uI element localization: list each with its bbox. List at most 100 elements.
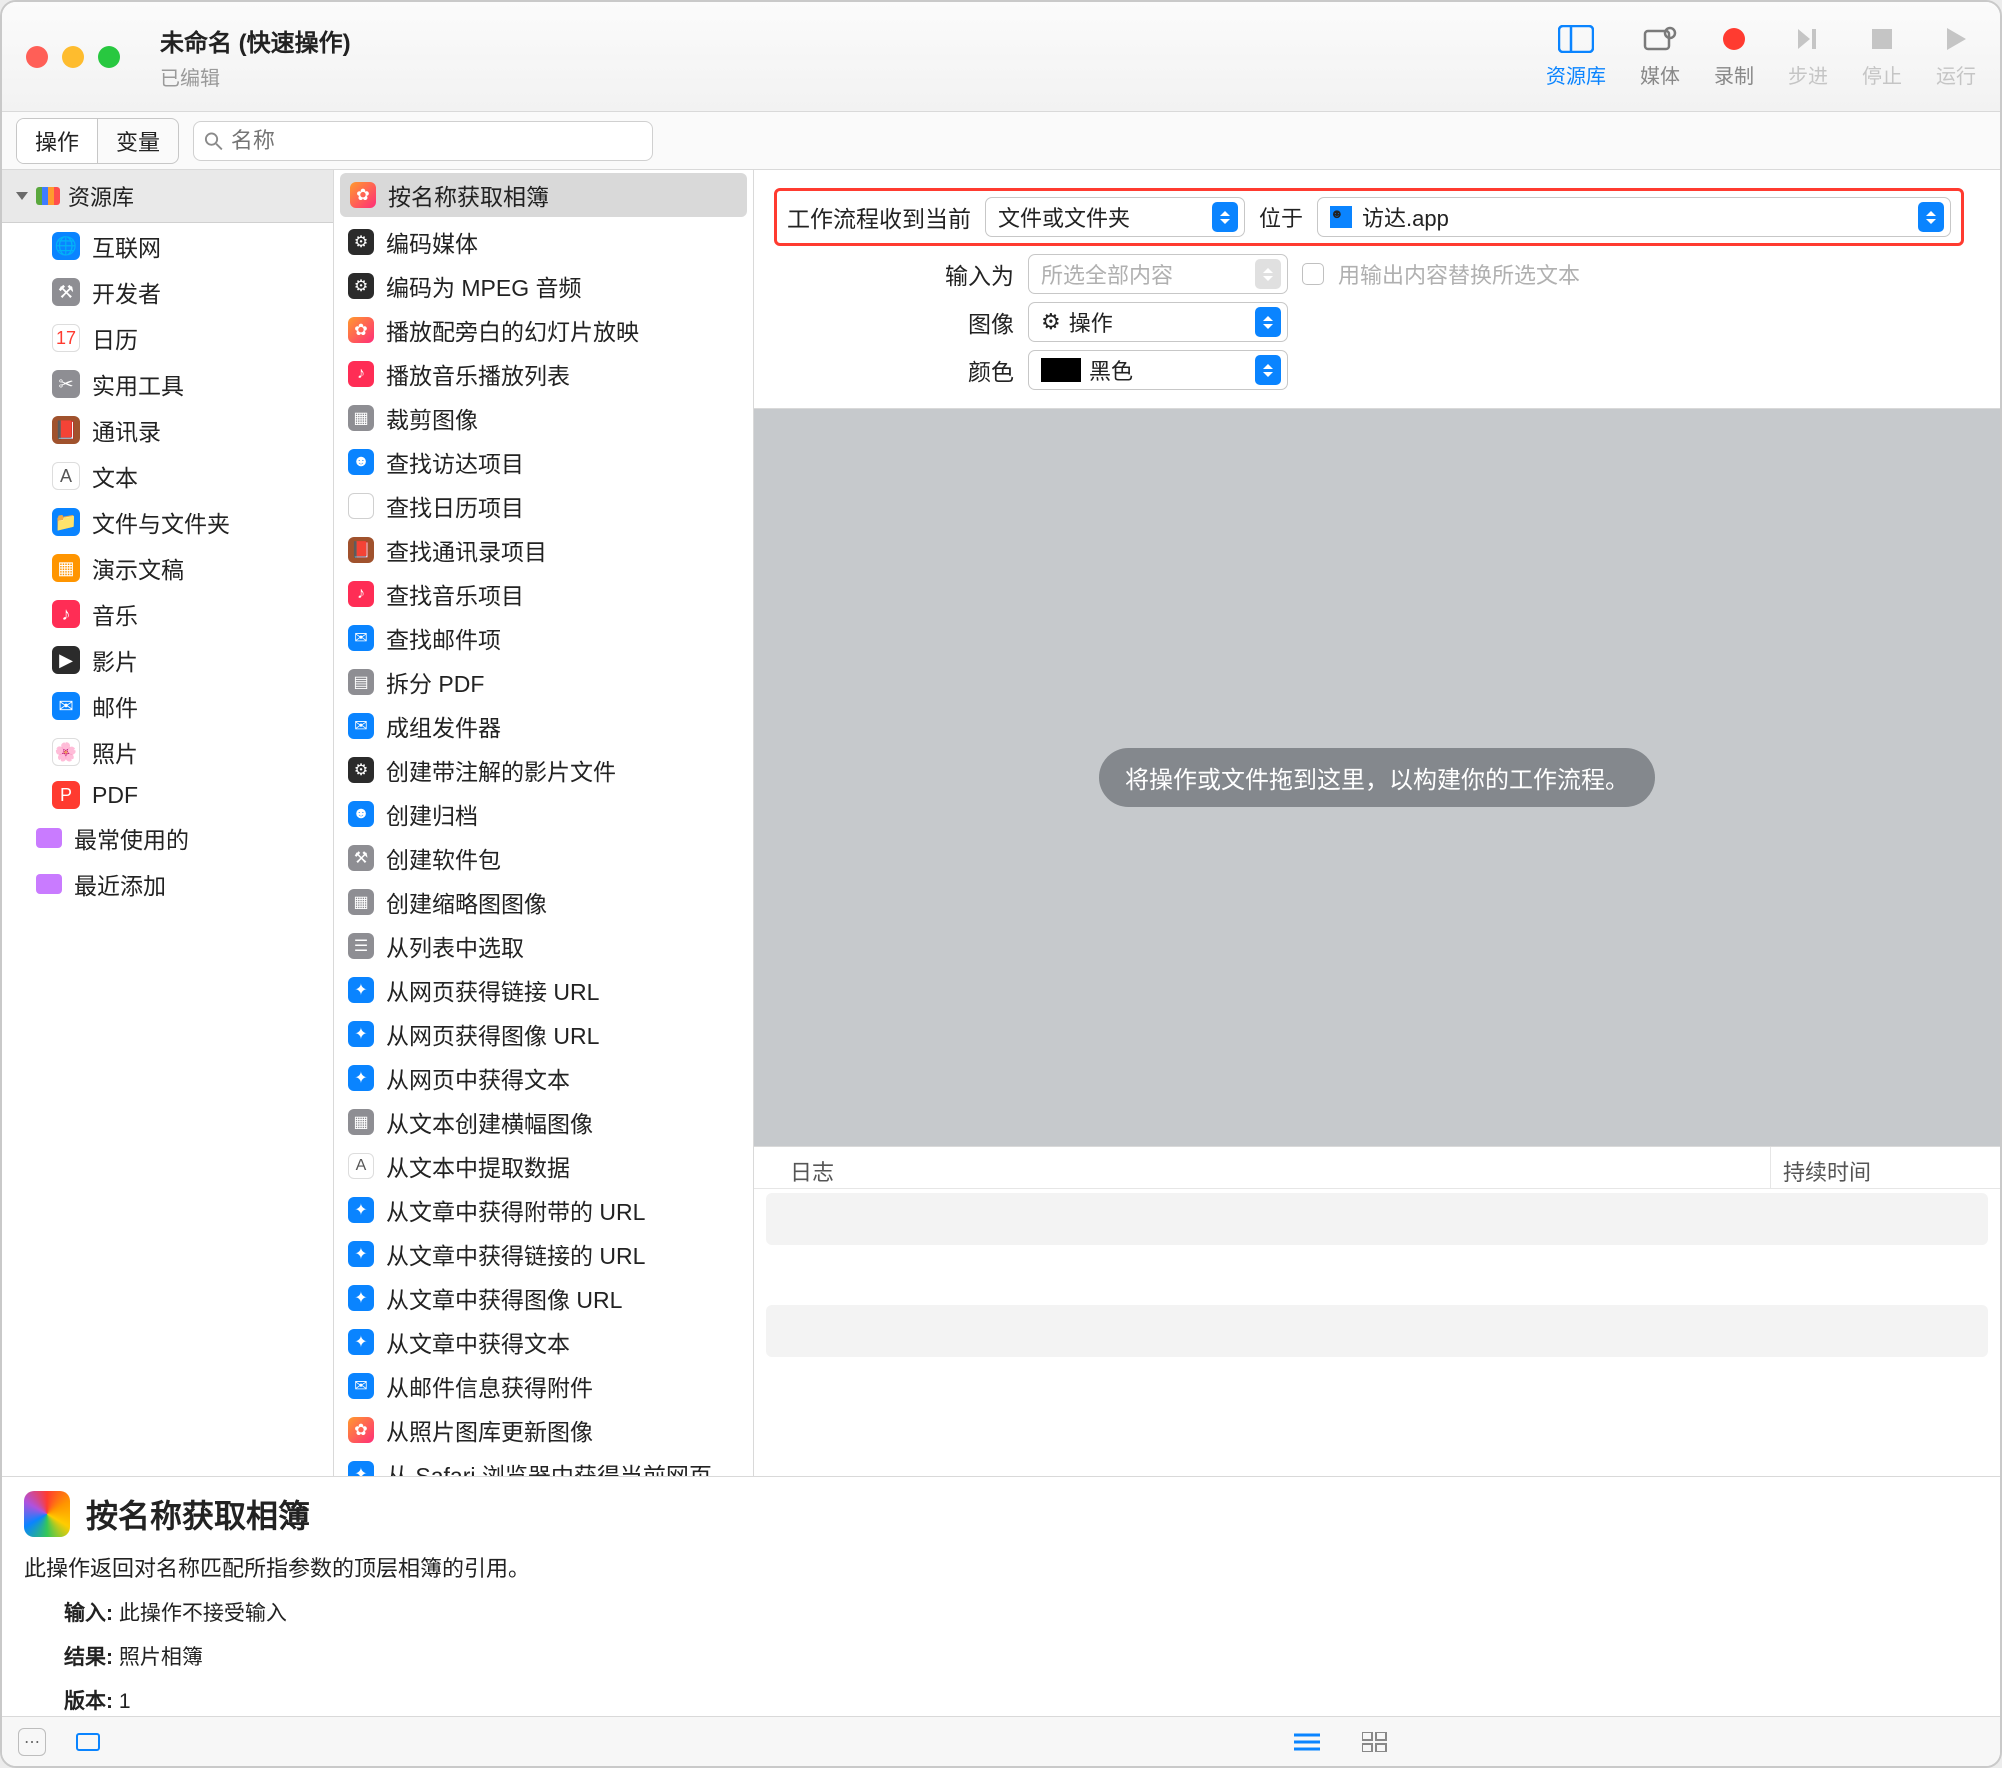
action-row[interactable]: ✉成组发件器 — [334, 704, 753, 748]
workflow-column: 工作流程收到当前 文件或文件夹 位于 ☻访达.app 输入为 — [754, 170, 2000, 1476]
mail-icon: ✉ — [52, 692, 80, 720]
action-row[interactable]: ☰从列表中选取 — [334, 924, 753, 968]
library-item[interactable]: 影片 — [92, 643, 138, 677]
receives-popup[interactable]: 文件或文件夹 — [985, 197, 1245, 237]
action-row[interactable]: ✦从网页获得链接 URL — [334, 968, 753, 1012]
safari-icon: ✦ — [348, 1065, 374, 1091]
library-item[interactable]: PDF — [92, 782, 138, 809]
action-row[interactable]: ✉查找邮件项 — [334, 616, 753, 660]
action-row[interactable]: ⚙编码为 MPEG 音频 — [334, 264, 753, 308]
zoom-button[interactable] — [98, 46, 120, 68]
action-row[interactable]: ⚙编码媒体 — [334, 220, 753, 264]
action-row[interactable]: ✦从网页中获得文本 — [334, 1056, 753, 1100]
action-row[interactable]: ☻查找访达项目 — [334, 440, 753, 484]
action-row[interactable]: ✦从文章中获得文本 — [334, 1320, 753, 1364]
action-row[interactable]: ♪查找音乐项目 — [334, 572, 753, 616]
tab-variables[interactable]: 变量 — [98, 119, 178, 163]
actions-column: ✿按名称获取相簿 ⚙编码媒体 ⚙编码为 MPEG 音频 ✿播放配旁白的幻灯片放映… — [334, 170, 754, 1476]
library-item[interactable]: 邮件 — [92, 689, 138, 723]
options-menu-button[interactable]: ⋯ — [18, 1728, 46, 1756]
tab-actions[interactable]: 操作 — [17, 119, 98, 163]
log-panel: 日志 持续时间 — [754, 1146, 2000, 1476]
log-column-header[interactable]: 日志 — [754, 1147, 1770, 1188]
image-icon: ▦ — [348, 405, 374, 431]
library-item[interactable]: 演示文稿 — [92, 551, 184, 585]
action-row[interactable]: ⚙创建带注解的影片文件 — [334, 748, 753, 792]
action-row[interactable]: ▦创建缩略图图像 — [334, 880, 753, 924]
toolbar-stop-button: 停止 — [1862, 24, 1902, 89]
duration-column-header[interactable]: 持续时间 — [1770, 1147, 2000, 1188]
color-popup[interactable]: 黑色 — [1028, 350, 1288, 390]
action-row[interactable]: ✦从文章中获得附带的 URL — [334, 1188, 753, 1232]
results-toggle-button[interactable] — [76, 1733, 100, 1751]
minimize-button[interactable] — [62, 46, 84, 68]
titlebar: 未命名 (快速操作) 已编辑 资源库 媒体 录制 步进 — [2, 2, 2000, 112]
desc-input-key: 输入: — [64, 1602, 113, 1625]
located-popup[interactable]: ☻访达.app — [1317, 197, 1951, 237]
list-icon: ☰ — [348, 933, 374, 959]
close-button[interactable] — [26, 46, 48, 68]
canvas-hint: 将操作或文件拖到这里，以构建你的工作流程。 — [1099, 748, 1655, 807]
toolbar-media-button[interactable]: 媒体 — [1640, 24, 1680, 89]
desc-result-key: 结果: — [64, 1646, 113, 1669]
color-swatch — [1041, 358, 1081, 382]
action-row[interactable]: ✦从 Safari 浏览器中获得当前网页 — [334, 1452, 753, 1476]
workflow-canvas[interactable]: 将操作或文件拖到这里，以构建你的工作流程。 — [754, 409, 2000, 1146]
action-row[interactable]: A从文本中提取数据 — [334, 1144, 753, 1188]
action-row[interactable]: ✦从网页获得图像 URL — [334, 1012, 753, 1056]
automator-window: 未命名 (快速操作) 已编辑 资源库 媒体 录制 步进 — [0, 0, 2002, 1768]
finder-icon: ☻ — [1330, 206, 1352, 228]
library-item[interactable]: 互联网 — [92, 229, 161, 263]
search-input[interactable] — [231, 128, 642, 154]
library-group[interactable]: 最近添加 — [74, 867, 166, 901]
action-row[interactable]: 17查找日历项目 — [334, 484, 753, 528]
image-popup[interactable]: ⚙操作 — [1028, 302, 1288, 342]
library-item[interactable]: 音乐 — [92, 597, 138, 631]
action-row[interactable]: 📕查找通讯录项目 — [334, 528, 753, 572]
finder-icon: ☻ — [348, 801, 374, 827]
search-field[interactable] — [193, 121, 653, 161]
log-row — [766, 1249, 1988, 1301]
search-icon — [204, 131, 223, 151]
photos-icon: ✿ — [348, 1417, 374, 1443]
replace-checkbox[interactable] — [1302, 263, 1324, 285]
globe-icon: 🌐 — [52, 232, 80, 260]
description-panel: 按名称获取相簿 此操作返回对名称匹配所指参数的顶层相簿的引用。 输入: 此操作不… — [2, 1476, 2000, 1716]
toolbar-record-button[interactable]: 录制 — [1714, 24, 1754, 89]
library-item[interactable]: 通讯录 — [92, 413, 161, 447]
action-row-selected[interactable]: ✿按名称获取相簿 — [340, 173, 747, 217]
action-row[interactable]: ✦从文章中获得链接的 URL — [334, 1232, 753, 1276]
library-root[interactable]: 资源库 — [2, 170, 333, 223]
action-row[interactable]: ✉从邮件信息获得附件 — [334, 1364, 753, 1408]
log-row — [766, 1305, 1988, 1357]
library-group[interactable]: 最常使用的 — [74, 821, 189, 855]
list-view-button[interactable] — [1288, 1728, 1326, 1756]
library-item[interactable]: 照片 — [92, 735, 138, 769]
library-item[interactable]: 实用工具 — [92, 367, 184, 401]
log-row — [766, 1193, 1988, 1245]
action-row[interactable]: ✿从照片图库更新图像 — [334, 1408, 753, 1452]
mail-icon: ✉ — [348, 1373, 374, 1399]
action-row[interactable]: ☻创建归档 — [334, 792, 753, 836]
library-item[interactable]: 文件与文件夹 — [92, 505, 230, 539]
action-row[interactable]: ▤拆分 PDF — [334, 660, 753, 704]
mail-icon: ✉ — [348, 625, 374, 651]
toolbar-library-button[interactable]: 资源库 — [1546, 24, 1606, 89]
actions-variables-segment[interactable]: 操作 变量 — [16, 118, 179, 164]
action-row[interactable]: ▦从文本创建横幅图像 — [334, 1100, 753, 1144]
action-row[interactable]: ▦裁剪图像 — [334, 396, 753, 440]
library-item[interactable]: 日历 — [92, 321, 138, 355]
action-row[interactable]: ♪播放音乐播放列表 — [334, 352, 753, 396]
library-item[interactable]: 文本 — [92, 459, 138, 493]
safari-icon: ✦ — [348, 1241, 374, 1267]
located-label: 位于 — [1259, 201, 1303, 233]
safari-icon: ✦ — [348, 1329, 374, 1355]
calendar-icon: 17 — [52, 324, 80, 352]
library-item[interactable]: 开发者 — [92, 275, 161, 309]
action-row[interactable]: ✦从文章中获得图像 URL — [334, 1276, 753, 1320]
hammer-icon: ⚒ — [52, 278, 80, 306]
action-row[interactable]: ✿播放配旁白的幻灯片放映 — [334, 308, 753, 352]
grid-view-button[interactable] — [1356, 1728, 1394, 1756]
action-row[interactable]: ⚒创建软件包 — [334, 836, 753, 880]
music-icon: ♪ — [348, 581, 374, 607]
